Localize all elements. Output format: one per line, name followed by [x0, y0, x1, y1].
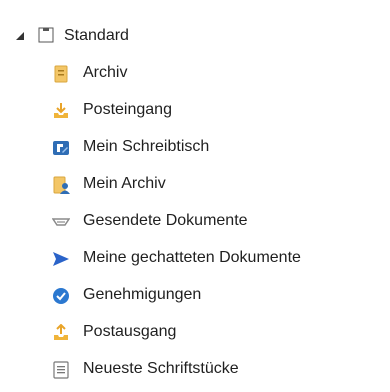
tree-item-mein-schreibtisch[interactable]: Mein Schreibtisch	[0, 132, 390, 162]
tree-item-archiv[interactable]: Archiv	[0, 58, 390, 88]
sent-tray-icon	[52, 213, 70, 231]
tree-item-label: Mein Archiv	[83, 175, 166, 192]
outbox-upload-icon	[52, 324, 70, 342]
inbox-download-icon	[52, 102, 70, 120]
tree-item-mein-archiv[interactable]: Mein Archiv	[0, 169, 390, 199]
tree-item-label: Mein Schreibtisch	[83, 138, 210, 155]
folder-tree: Standard Archiv Posteingang Mein Schreib…	[0, 0, 390, 392]
tree-node-standard[interactable]: Standard	[0, 21, 390, 51]
tree-item-label: Archiv	[83, 64, 128, 81]
desk-icon	[52, 139, 70, 157]
send-arrow-icon	[52, 250, 70, 268]
tree-item-genehmigungen[interactable]: Genehmigungen	[0, 280, 390, 310]
tree-item-label: Postausgang	[83, 323, 177, 340]
tree-item-neueste-schriftstuecke[interactable]: Neueste Schriftstücke	[0, 354, 390, 384]
tree-item-gesendete-dokumente[interactable]: Gesendete Dokumente	[0, 206, 390, 236]
tree-item-postausgang[interactable]: Postausgang	[0, 317, 390, 347]
tree-item-posteingang[interactable]: Posteingang	[0, 95, 390, 125]
tree-item-label: Genehmigungen	[83, 286, 202, 303]
tree-item-label: Meine gechatteten Dokumente	[83, 249, 301, 266]
approval-check-icon	[52, 287, 70, 305]
tree-item-label: Gesendete Dokumente	[83, 212, 248, 229]
user-archive-icon	[52, 176, 70, 194]
recent-document-icon	[52, 361, 70, 379]
folder-outline-icon	[38, 27, 54, 43]
tree-item-label: Neueste Schriftstücke	[83, 360, 239, 377]
tree-node-label: Standard	[64, 27, 129, 44]
archive-icon	[52, 65, 70, 83]
tree-item-meine-gechatteten-dokumente[interactable]: Meine gechatteten Dokumente	[0, 243, 390, 273]
expand-triangle-icon[interactable]	[16, 32, 24, 40]
tree-item-label: Posteingang	[83, 101, 172, 118]
